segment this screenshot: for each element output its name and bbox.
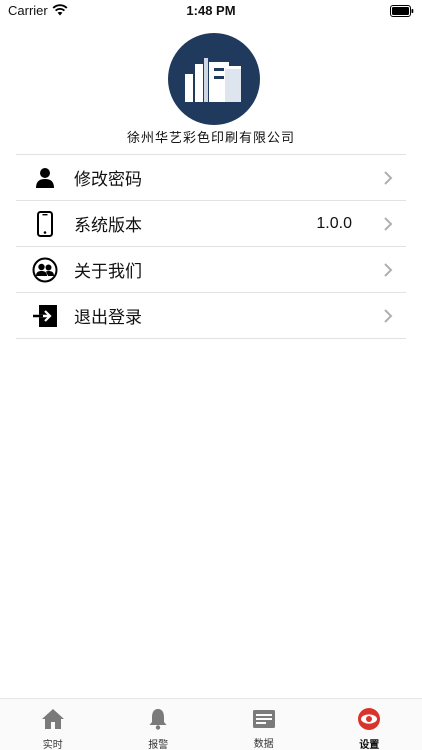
menu-item-label: 关于我们 xyxy=(74,262,142,282)
menu-item-logout[interactable]: 退出登录 xyxy=(16,293,406,339)
status-bar: Carrier 1:48 PM xyxy=(0,0,422,22)
tab-realtime[interactable]: 实时 xyxy=(0,699,106,750)
version-value: 1.0.0 xyxy=(316,214,352,232)
phone-icon xyxy=(16,210,74,237)
tab-settings[interactable]: 设置 xyxy=(317,699,422,750)
menu-item-label: 修改密码 xyxy=(74,170,142,190)
settings-menu: 修改密码 系统版本 1.0.0 关于我们 退出登录 xyxy=(16,154,406,339)
company-logo xyxy=(168,33,260,125)
menu-item-change-password[interactable]: 修改密码 xyxy=(16,155,406,201)
building-icon xyxy=(185,58,241,102)
tab-label: 设置 xyxy=(359,740,380,750)
logout-icon xyxy=(16,304,74,327)
chevron-right-icon xyxy=(376,216,400,232)
tab-label: 实时 xyxy=(42,740,63,750)
chevron-right-icon xyxy=(376,170,400,186)
bell-icon xyxy=(148,708,168,730)
company-name: 徐州华艺彩色印刷有限公司 xyxy=(126,131,295,146)
tab-alarm[interactable]: 报警 xyxy=(106,699,212,750)
menu-item-label: 退出登录 xyxy=(74,308,142,328)
battery-icon xyxy=(390,5,414,17)
menu-item-about-us[interactable]: 关于我们 xyxy=(16,247,406,293)
user-icon xyxy=(16,167,74,189)
data-icon xyxy=(252,708,276,729)
tab-label: 数据 xyxy=(253,739,274,750)
tab-bar: 实时 报警 数据 设置 xyxy=(0,698,422,750)
clock: 1:48 PM xyxy=(186,3,236,18)
menu-item-label: 系统版本 xyxy=(74,216,142,236)
group-icon xyxy=(16,257,74,283)
home-icon xyxy=(41,708,65,730)
menu-item-system-version[interactable]: 系统版本 1.0.0 xyxy=(16,201,406,247)
tab-data[interactable]: 数据 xyxy=(211,699,317,750)
eye-icon xyxy=(356,708,382,730)
chevron-right-icon xyxy=(376,308,400,324)
chevron-right-icon xyxy=(376,262,400,278)
tab-label: 报警 xyxy=(148,740,169,750)
